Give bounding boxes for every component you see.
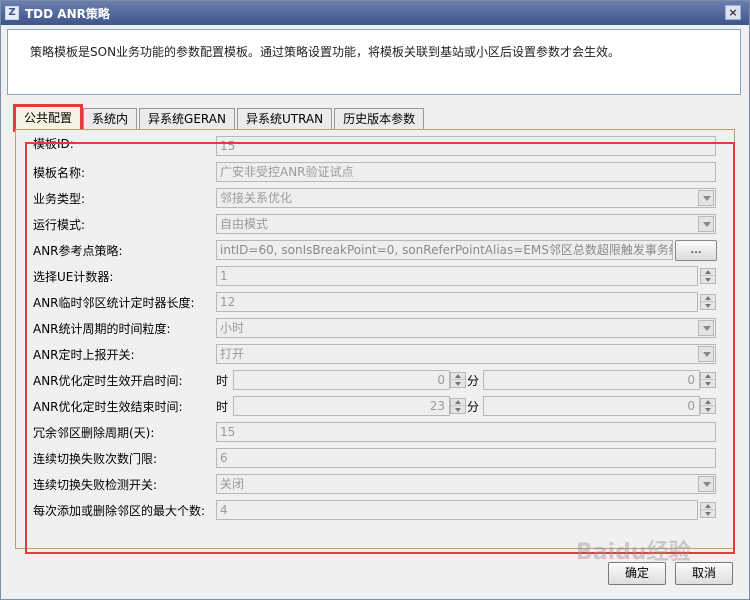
description-panel: 策略模板是SON业务功能的参数配置模板。通过策略设置功能，将模板关联到基站或小区… — [7, 29, 741, 95]
app-icon: Z — [5, 6, 19, 20]
tab-intra-system[interactable]: 系统内 — [83, 108, 138, 130]
minute-label: 分 — [467, 374, 480, 388]
anr-ref-policy-field[interactable]: intID=60, sonIsBreakPoint=0, sonReferPoi… — [216, 240, 673, 260]
row-opt-start-time: ANR优化定时生效开启时间: 时 0 分 0 — [33, 370, 723, 391]
stat-period-granularity-select[interactable]: 小时 — [216, 318, 716, 338]
title-bar[interactable]: Z TDD ANR策略 × — [1, 1, 749, 25]
tab-public-config[interactable]: 公共配置 — [12, 104, 84, 132]
run-mode-label: 运行模式: — [33, 218, 86, 232]
start-hour-field[interactable]: 0 — [233, 370, 450, 390]
consecutive-fail-threshold-label: 连续切换失败次数门限: — [33, 452, 158, 466]
row-ue-counter: 选择UE计数器: 1 — [33, 266, 723, 287]
template-name-label: 模板名称: — [33, 166, 86, 180]
temp-neighbor-timer-field[interactable]: 12 — [216, 292, 698, 312]
spinner-arrows-icon[interactable] — [700, 268, 716, 284]
description-text: 策略模板是SON业务功能的参数配置模板。通过策略设置功能，将模板关联到基站或小区… — [30, 45, 621, 59]
anr-ref-policy-label: ANR参考点策略: — [33, 244, 123, 258]
hour-label: 时 — [216, 374, 229, 388]
end-minute-field[interactable]: 0 — [483, 396, 700, 416]
spinner-arrows-icon[interactable] — [700, 502, 716, 518]
service-type-label: 业务类型: — [33, 192, 86, 206]
close-button[interactable]: × — [725, 5, 741, 20]
run-mode-select[interactable]: 自由模式 — [216, 214, 716, 234]
row-anr-ref-policy: ANR参考点策略: intID=60, sonIsBreakPoint=0, s… — [33, 240, 723, 261]
template-id-field[interactable]: 15 — [216, 136, 716, 156]
row-stat-period-granularity: ANR统计周期的时间粒度: 小时 — [33, 318, 723, 339]
template-id-label: 模板ID: — [33, 137, 74, 151]
ok-button[interactable]: 确定 — [608, 562, 666, 585]
tab-history-params[interactable]: 历史版本参数 — [334, 108, 425, 130]
template-name-field[interactable]: 广安非受控ANR验证试点 — [216, 162, 716, 182]
row-temp-neighbor-timer: ANR临时邻区统计定时器长度: 12 — [33, 292, 723, 313]
row-redundant-delete-period: 冗余邻区删除周期(天): 15 — [33, 422, 723, 443]
row-opt-end-time: ANR优化定时生效结束时间: 时 23 分 0 — [33, 396, 723, 417]
temp-neighbor-timer-label: ANR临时邻区统计定时器长度: — [33, 296, 195, 310]
timer-report-switch-select[interactable]: 打开 — [216, 344, 716, 364]
chevron-down-icon[interactable] — [698, 346, 714, 362]
start-minute-field[interactable]: 0 — [483, 370, 700, 390]
stat-period-granularity-label: ANR统计周期的时间粒度: — [33, 322, 171, 336]
spinner-arrows-icon[interactable] — [700, 372, 716, 388]
timer-report-switch-label: ANR定时上报开关: — [33, 348, 135, 362]
chevron-down-icon[interactable] — [698, 216, 714, 232]
max-neighbor-change-label: 每次添加或删除邻区的最大个数: — [33, 504, 206, 518]
row-timer-report-switch: ANR定时上报开关: 打开 — [33, 344, 723, 365]
tab-inter-system-utran[interactable]: 异系统UTRAN — [236, 108, 333, 130]
service-type-select[interactable]: 邻接关系优化 — [216, 188, 716, 208]
row-template-id: 模板ID: 15 — [33, 136, 723, 157]
row-run-mode: 运行模式: 自由模式 — [33, 214, 723, 235]
chevron-down-icon[interactable] — [698, 190, 714, 206]
spinner-arrows-icon[interactable] — [450, 398, 466, 414]
cancel-button[interactable]: 取消 — [675, 562, 733, 585]
spinner-arrows-icon[interactable] — [450, 372, 466, 388]
end-hour-field[interactable]: 23 — [233, 396, 450, 416]
opt-start-time-label: ANR优化定时生效开启时间: — [33, 374, 183, 388]
window-title: TDD ANR策略 — [25, 6, 110, 21]
opt-end-time-label: ANR优化定时生效结束时间: — [33, 400, 183, 414]
spinner-arrows-icon[interactable] — [700, 398, 716, 414]
consecutive-fail-switch-select[interactable]: 关闭 — [216, 474, 716, 494]
row-max-neighbor-change: 每次添加或删除邻区的最大个数: 4 — [33, 500, 723, 521]
row-consecutive-fail-threshold: 连续切换失败次数门限: 6 — [33, 448, 723, 469]
redundant-delete-period-label: 冗余邻区删除周期(天): — [33, 426, 155, 440]
dialog-window: Z TDD ANR策略 × 策略模板是SON业务功能的参数配置模板。通过策略设置… — [0, 0, 750, 600]
chevron-down-icon[interactable] — [698, 320, 714, 336]
hour-label: 时 — [216, 400, 229, 414]
consecutive-fail-threshold-field[interactable]: 6 — [216, 448, 716, 468]
row-template-name: 模板名称: 广安非受控ANR验证试点 — [33, 162, 723, 183]
consecutive-fail-switch-label: 连续切换失败检测开关: — [33, 478, 158, 492]
browse-button[interactable]: ... — [675, 240, 717, 261]
ue-counter-field[interactable]: 1 — [216, 266, 698, 286]
chevron-down-icon[interactable] — [698, 476, 714, 492]
tab-inter-system-geran[interactable]: 异系统GERAN — [139, 108, 235, 130]
tab-strip: 公共配置 系统内 异系统GERAN 异系统UTRAN 历史版本参数 — [12, 104, 426, 132]
spinner-arrows-icon[interactable] — [700, 294, 716, 310]
redundant-delete-period-field[interactable]: 15 — [216, 422, 716, 442]
ue-counter-label: 选择UE计数器: — [33, 270, 114, 284]
max-neighbor-change-field[interactable]: 4 — [216, 500, 698, 520]
row-service-type: 业务类型: 邻接关系优化 — [33, 188, 723, 209]
row-consecutive-fail-switch: 连续切换失败检测开关: 关闭 — [33, 474, 723, 495]
minute-label: 分 — [467, 400, 480, 414]
